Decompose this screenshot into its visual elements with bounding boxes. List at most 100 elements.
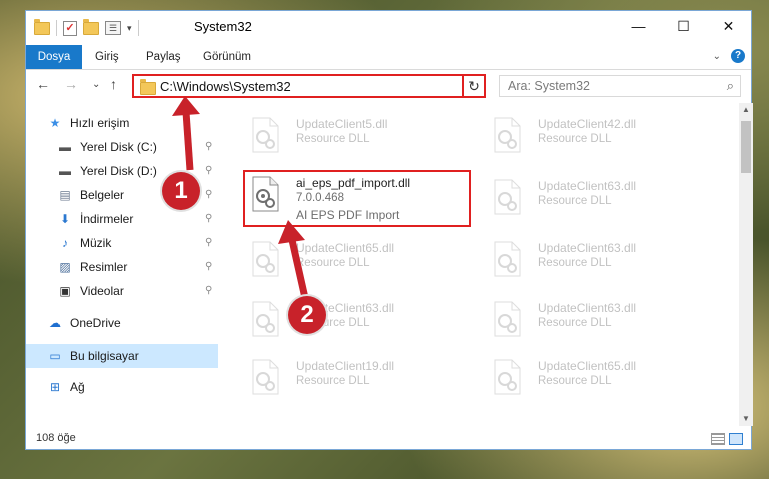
maximize-button[interactable]: ☐	[661, 11, 706, 41]
search-icon: ⌕	[726, 78, 734, 93]
sidebar-item-music[interactable]: ♪ Müzik ⚲	[26, 232, 216, 254]
customize-view-icon[interactable]: ☰	[105, 21, 121, 35]
file-description: Resource DLL	[538, 375, 612, 387]
file-tile[interactable]: UpdateClient63.dll Resource DLL	[485, 173, 715, 225]
sidebar-item-label: Bu bilgisayar	[70, 349, 139, 363]
pin-icon[interactable]: ⚲	[205, 256, 212, 278]
separator	[56, 20, 57, 36]
window-controls: — ☐ ✕	[616, 11, 751, 41]
quick-access-toolbar: ✓ ☰ ▾	[34, 18, 139, 36]
file-name: UpdateClient19.dll	[296, 359, 395, 373]
sidebar-item-downloads[interactable]: ⬇ İndirmeler ⚲	[26, 208, 216, 230]
sidebar-item-quick-access[interactable]: ★ Hızlı erişim	[26, 112, 216, 134]
pin-icon[interactable]: ⚲	[205, 136, 212, 158]
file-description: Resource DLL	[296, 375, 370, 387]
documents-icon: ▤	[59, 188, 71, 202]
sidebar-item-network[interactable]: ⊞ Ağ	[26, 376, 216, 398]
file-list: UpdateClient5.dll Resource DLL UpdateCli…	[231, 103, 736, 416]
tab-paylas[interactable]: Paylaş	[146, 45, 181, 69]
folder-icon[interactable]	[34, 18, 50, 35]
scroll-down-icon[interactable]: ▼	[739, 412, 753, 426]
sidebar-item-videos[interactable]: ▣ Videolar ⚲	[26, 280, 216, 302]
sidebar-item-label: Müzik	[80, 236, 112, 250]
file-tile[interactable]: UpdateClient65.dll Resource DLL	[485, 353, 715, 405]
sidebar-item-disk-c[interactable]: ▬ Yerel Disk (C:) ⚲	[26, 136, 216, 158]
tab-giris[interactable]: Giriş	[95, 45, 119, 69]
search-placeholder: Ara: System32	[508, 79, 590, 93]
search-input[interactable]: Ara: System32 ⌕	[499, 75, 741, 97]
file-tile[interactable]: UpdateClient5.dll Resource DLL	[243, 111, 473, 163]
up-arrow-icon[interactable]: ↑	[110, 76, 117, 92]
sidebar-item-label: Hızlı erişim	[70, 116, 130, 130]
sidebar-item-this-pc[interactable]: ▭ Bu bilgisayar	[26, 344, 218, 368]
sidebar-item-label: Resimler	[80, 260, 128, 274]
address-bar[interactable]: C:\Windows\System32 ⌄	[132, 74, 485, 98]
new-folder-icon[interactable]	[83, 18, 99, 35]
drive-icon: ▬	[59, 164, 71, 178]
details-view-icon[interactable]	[711, 433, 725, 445]
navigation-bar: ← → ⌄ ↑ C:\Windows\System32 ⌄ ↻ Ara: Sys…	[26, 70, 751, 102]
vertical-scrollbar[interactable]: ▲ ▼	[739, 103, 753, 426]
file-tile[interactable]: UpdateClient65.dll Resource DLL	[243, 235, 473, 287]
file-tile[interactable]: UpdateClient19.dll Resource DLL	[243, 353, 473, 405]
address-path: C:\Windows\System32	[160, 79, 291, 94]
tab-gorunum[interactable]: Görünüm	[203, 45, 251, 69]
dll-file-icon	[252, 301, 279, 337]
dll-file-icon	[252, 117, 279, 153]
dll-file-icon	[494, 359, 521, 395]
dll-file-icon	[494, 117, 521, 153]
pin-icon[interactable]: ⚲	[205, 280, 212, 302]
file-name: UpdateClient42.dll	[538, 117, 637, 131]
close-button[interactable]: ✕	[706, 11, 751, 41]
download-icon: ⬇	[59, 212, 71, 226]
pin-icon[interactable]: ⚲	[205, 232, 212, 254]
file-description: Resource DLL	[296, 133, 370, 145]
file-name: UpdateClient63.dll	[538, 301, 637, 315]
annotation-badge-1: 1	[162, 172, 200, 210]
file-tile[interactable]: UpdateClient42.dll Resource DLL	[485, 111, 715, 163]
help-icon[interactable]: ?	[731, 49, 745, 63]
file-tile-selected[interactable]: ai_eps_pdf_import.dll 7.0.0.468 AI EPS P…	[243, 170, 471, 227]
pin-icon[interactable]: ⚲	[205, 184, 212, 206]
file-tile[interactable]: UpdateClient63.dll Resource DLL	[485, 295, 715, 347]
navigation-pane: ★ Hızlı erişim ▬ Yerel Disk (C:) ⚲ ▬ Yer…	[26, 106, 218, 416]
customize-quick-access-arrow[interactable]: ▾	[127, 23, 132, 34]
dll-file-icon	[252, 176, 279, 212]
sidebar-item-label: Yerel Disk (D:)	[80, 164, 157, 178]
refresh-button[interactable]: ↻	[462, 74, 486, 98]
file-name: UpdateClient65.dll	[538, 359, 637, 373]
recent-locations-icon[interactable]: ⌄	[92, 79, 100, 90]
expand-ribbon-icon[interactable]: ⌄	[713, 51, 721, 62]
pictures-icon: ▨	[59, 260, 71, 274]
file-tile[interactable]: UpdateClient63.dll Resource DLL	[243, 295, 473, 347]
dll-file-icon	[494, 301, 521, 337]
forward-arrow-icon[interactable]: →	[64, 76, 78, 92]
file-tile[interactable]: UpdateClient63.dll Resource DLL	[485, 235, 715, 287]
file-description: Resource DLL	[538, 133, 612, 145]
scroll-up-icon[interactable]: ▲	[739, 103, 753, 117]
file-description: Resource DLL	[538, 257, 612, 269]
pin-icon[interactable]: ⚲	[205, 160, 212, 182]
large-icons-view-icon[interactable]	[729, 433, 743, 445]
status-bar: 108 öğe	[26, 429, 751, 449]
sidebar-item-pictures[interactable]: ▨ Resimler ⚲	[26, 256, 216, 278]
properties-check-icon[interactable]: ✓	[63, 20, 77, 36]
scrollbar-thumb[interactable]	[741, 121, 751, 173]
minimize-button[interactable]: —	[616, 11, 661, 41]
file-description: Resource DLL	[296, 257, 370, 269]
window-title: System32	[194, 19, 252, 34]
sidebar-item-label: İndirmeler	[80, 212, 134, 226]
sidebar-item-label: Yerel Disk (C:)	[80, 140, 157, 154]
title-bar: ✓ ☰ ▾ System32 — ☐ ✕	[26, 11, 751, 45]
sidebar-item-label: Belgeler	[80, 188, 125, 202]
back-arrow-icon[interactable]: ←	[36, 76, 50, 92]
dll-file-icon	[494, 241, 521, 277]
computer-icon: ▭	[49, 349, 61, 363]
tab-dosya[interactable]: Dosya	[26, 45, 82, 69]
pin-icon[interactable]: ⚲	[205, 208, 212, 230]
file-name: ai_eps_pdf_import.dll	[296, 176, 411, 190]
file-name: UpdateClient63.dll	[538, 179, 637, 193]
file-name: UpdateClient5.dll	[296, 117, 388, 131]
sidebar-item-onedrive[interactable]: ☁ OneDrive	[26, 312, 216, 334]
sidebar-item-label: OneDrive	[70, 316, 121, 330]
